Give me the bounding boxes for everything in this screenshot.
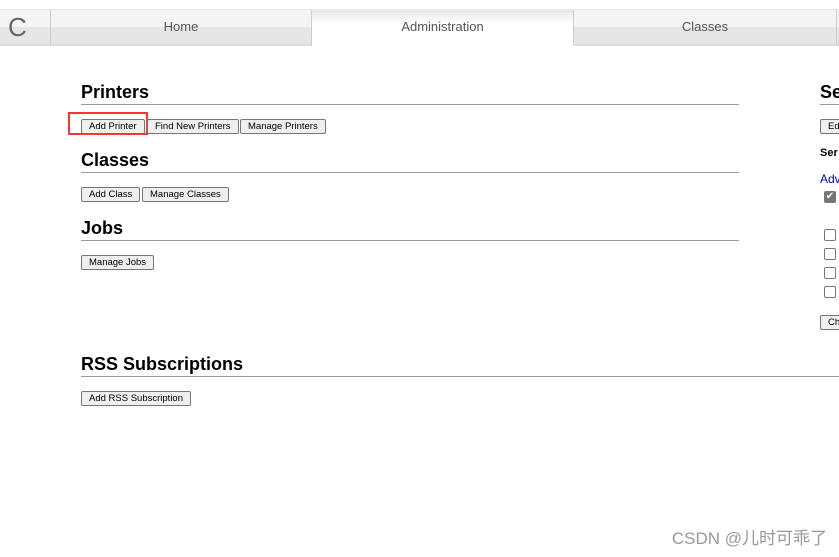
find-new-printers-button[interactable]: Find New Printers xyxy=(147,119,239,134)
setting-checkbox-2[interactable] xyxy=(824,229,836,241)
tab-administration[interactable]: Administration xyxy=(311,10,573,46)
manage-classes-button[interactable]: Manage Classes xyxy=(142,187,229,202)
add-rss-subscription-button[interactable]: Add RSS Subscription xyxy=(81,391,191,406)
add-class-button[interactable]: Add Class xyxy=(81,187,141,202)
rss-heading: RSS Subscriptions xyxy=(81,354,839,377)
top-nav: C Home Administration Classes xyxy=(0,9,839,46)
server-settings-label: Ser xyxy=(820,147,838,159)
setting-checkbox-3[interactable] xyxy=(824,248,836,260)
advanced-link[interactable]: Adv xyxy=(820,172,839,186)
classes-heading: Classes xyxy=(81,150,739,173)
setting-checkbox-4[interactable] xyxy=(824,267,836,279)
highlight-box xyxy=(68,112,148,135)
watermark: CSDN @儿时可乖了 xyxy=(671,529,827,548)
tab-classes[interactable]: Classes xyxy=(573,10,836,44)
edit-config-button[interactable]: Ed xyxy=(820,119,839,134)
tab-home[interactable]: Home xyxy=(50,10,311,44)
cups-logo[interactable]: C xyxy=(0,10,50,44)
change-settings-button[interactable]: Ch xyxy=(820,315,839,330)
printers-heading: Printers xyxy=(81,82,739,105)
server-heading: Se xyxy=(820,82,839,105)
manage-jobs-button[interactable]: Manage Jobs xyxy=(81,255,155,270)
jobs-heading: Jobs xyxy=(81,218,739,241)
setting-checkbox-1[interactable]: ✔ xyxy=(824,191,836,203)
manage-printers-button[interactable]: Manage Printers xyxy=(240,119,326,134)
setting-checkbox-5[interactable] xyxy=(824,286,836,298)
